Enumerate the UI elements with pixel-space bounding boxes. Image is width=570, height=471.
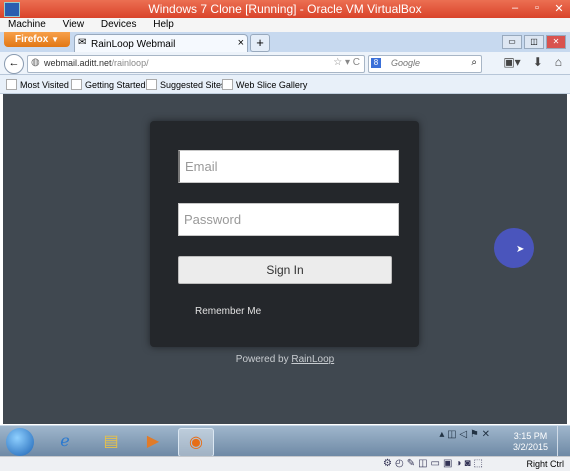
tab-rainloop[interactable]: ✉ RainLoop Webmail ×	[74, 34, 248, 53]
envelope-icon: ✉	[78, 37, 87, 48]
bookmark-label: Getting Started	[85, 79, 146, 90]
bookmarks-toolbar: Most Visited Getting Started Suggested S…	[0, 75, 570, 94]
url-path: /rainloop/	[111, 58, 149, 68]
url-actions[interactable]: ☆ ▾ C	[333, 57, 360, 68]
media-player-icon[interactable]: ▶	[136, 428, 170, 455]
powered-by: Powered by RainLoop	[3, 354, 567, 365]
mouse-cursor-icon: ➤	[516, 244, 525, 255]
clock-time: 3:15 PM	[513, 431, 548, 441]
globe-icon: ◍	[31, 57, 40, 68]
firefox-taskbar-icon[interactable]: ◉	[178, 428, 214, 457]
rainloop-link[interactable]: RainLoop	[291, 354, 334, 365]
close-button[interactable]: ✕	[552, 2, 566, 15]
maximize-button[interactable]: ▫	[530, 2, 544, 15]
search-icon[interactable]: ⌕	[471, 57, 477, 68]
password-field[interactable]	[178, 203, 399, 236]
google-icon[interactable]: 8	[371, 58, 381, 68]
remember-me-toggle[interactable]: Remember Me	[195, 306, 261, 317]
start-button[interactable]	[6, 428, 34, 456]
new-tab-button[interactable]: +	[250, 34, 270, 52]
tab-title: RainLoop Webmail	[91, 39, 176, 50]
search-bar[interactable]: 8 ⌕	[368, 55, 482, 73]
bookmark-icon	[222, 79, 233, 90]
url-text[interactable]: webmail.aditt.net/rainloop/	[44, 58, 149, 68]
virtualbox-status-bar: ⚙◴✎◫▭▣◑◙⬚ Right Ctrl	[0, 456, 570, 471]
system-tray[interactable]: ▴ ◫ ◁ ⚑ ✕	[439, 429, 490, 440]
powered-prefix: Powered by	[235, 354, 292, 365]
bookmark-icon	[71, 79, 82, 90]
tab-close-icon[interactable]: ×	[238, 37, 244, 49]
download-icon[interactable]: ⬇	[533, 55, 543, 69]
home-icon[interactable]: ⌂	[555, 55, 562, 69]
firefox-restore-button[interactable]: ◫	[524, 35, 544, 49]
virtualbox-menu-bar: Machine View Devices Help	[0, 18, 570, 33]
email-field[interactable]	[178, 150, 399, 183]
screenshot-icon[interactable]: ▣▾	[503, 55, 520, 69]
bookmark-label: Suggested Sites	[160, 79, 226, 90]
menu-devices[interactable]: Devices	[93, 18, 143, 30]
firefox-minimize-button[interactable]: ▭	[502, 35, 522, 49]
device-status-icons[interactable]: ⚙◴✎◫▭▣◑◙⬚	[383, 458, 486, 469]
window-controls: – ▫ ✕	[508, 2, 566, 15]
bookmark-web-slice-gallery[interactable]: Web Slice Gallery	[222, 79, 307, 90]
folder-icon[interactable]: ▤	[94, 428, 128, 455]
firefox-tab-strip: Firefox ▼ ✉ RainLoop Webmail × + ▭ ◫ ✕	[0, 32, 570, 53]
menu-help[interactable]: Help	[145, 18, 180, 30]
bookmark-most-visited[interactable]: Most Visited	[6, 79, 69, 90]
windows-taskbar: ℯ ▤ ▶ ◉ ▴ ◫ ◁ ⚑ ✕ 3:15 PM 3/2/2015	[0, 425, 570, 457]
show-desktop-button[interactable]	[557, 426, 570, 457]
firefox-menu-button[interactable]: Firefox ▼	[4, 32, 70, 47]
window-title: Windows 7 Clone [Running] - Oracle VM Vi…	[148, 2, 422, 16]
back-button[interactable]: ←	[4, 54, 24, 74]
firefox-close-button[interactable]: ✕	[546, 35, 566, 49]
bookmark-label: Most Visited	[20, 79, 69, 90]
clock-date: 3/2/2015	[512, 442, 548, 452]
firefox-menu-label: Firefox	[14, 34, 49, 45]
search-input[interactable]	[391, 57, 461, 69]
menu-machine[interactable]: Machine	[0, 18, 52, 30]
address-bar[interactable]: ◍ webmail.aditt.net/rainloop/ ☆ ▾ C	[27, 55, 365, 73]
login-card: Sign In Remember Me	[150, 121, 419, 347]
webmail-page: Sign In Remember Me Powered by RainLoop …	[3, 94, 567, 424]
bookmark-getting-started[interactable]: Getting Started	[71, 79, 146, 90]
clock[interactable]: 3:15 PM 3/2/2015	[513, 431, 548, 453]
url-host: webmail.aditt.net	[44, 58, 112, 68]
cursor-highlight	[494, 228, 534, 268]
bookmark-suggested-sites[interactable]: Suggested Sites	[146, 79, 226, 90]
menu-view[interactable]: View	[55, 18, 91, 30]
internet-explorer-icon[interactable]: ℯ	[48, 428, 82, 455]
navigation-toolbar: ← ◍ webmail.aditt.net/rainloop/ ☆ ▾ C 8 …	[0, 52, 570, 75]
bookmark-label: Web Slice Gallery	[236, 79, 308, 90]
virtualbox-title-bar: Windows 7 Clone [Running] - Oracle VM Vi…	[0, 0, 570, 18]
firefox-window-controls: ▭ ◫ ✕	[502, 35, 566, 49]
bookmark-icon	[6, 79, 17, 90]
toolbar-icons: ▣▾ ⬇ ⌂	[503, 55, 562, 69]
bookmark-icon	[146, 79, 157, 90]
chevron-down-icon: ▼	[51, 35, 60, 44]
minimize-button[interactable]: –	[508, 2, 522, 15]
sign-in-button[interactable]: Sign In	[178, 256, 392, 284]
host-key-label: Right Ctrl	[526, 459, 564, 469]
